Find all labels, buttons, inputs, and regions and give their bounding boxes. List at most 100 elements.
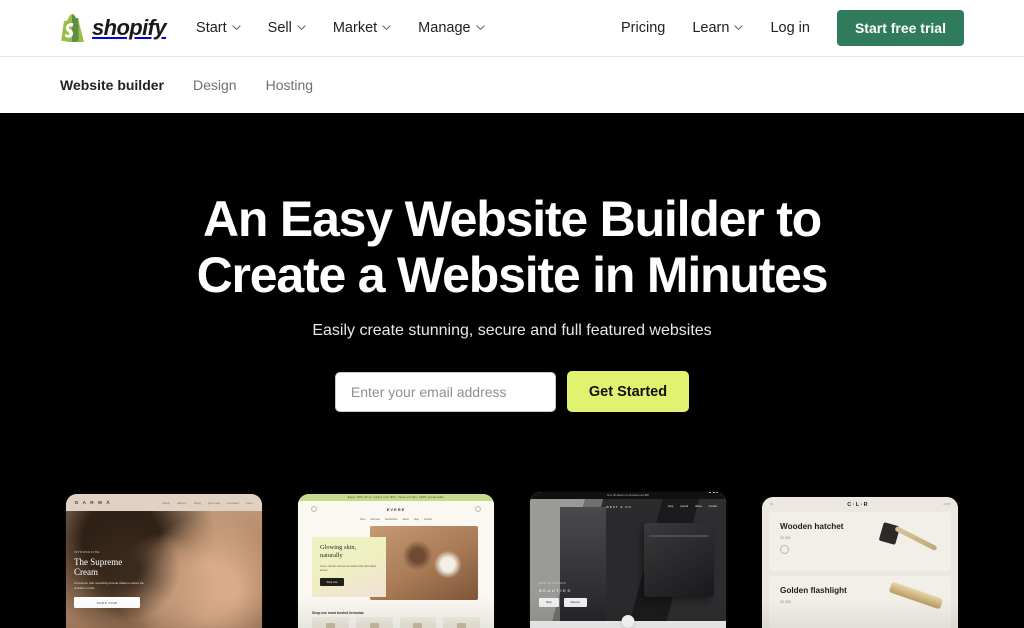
product-photo-hatchet (877, 522, 943, 564)
nav-item-sell-label: Sell (267, 20, 292, 36)
search-icon (311, 506, 317, 512)
photo-bag (644, 523, 714, 597)
template-hero-text: NEW IN SEASON BEAUTIES Shop Discover (539, 582, 587, 607)
hero-title: An Easy Website Builder to Create a Webs… (196, 191, 829, 303)
product-thumb (399, 617, 437, 628)
shopify-wordmark: shopify (92, 15, 167, 40)
subnav-item-hosting[interactable]: Hosting (266, 77, 313, 93)
template-menu-item: journal (208, 500, 220, 505)
template-preview-gallery: D A R M Ā shop about blog journal contac… (0, 492, 1024, 628)
template-menu: shop about blog journal contact cart (162, 501, 253, 505)
hero-subtitle: Easily create stunning, secure and full … (312, 322, 712, 339)
template-hero-photo: INTRODUCING The Supreme Cream A luxuriou… (66, 511, 262, 628)
product-tile: Golden flashlight US $38 (769, 576, 951, 628)
primary-nav-links: Start Sell Market Manage (196, 20, 485, 36)
nav-item-pricing[interactable]: Pricing (621, 20, 665, 36)
product-thumb (443, 617, 480, 628)
carousel-dots (709, 492, 718, 493)
template-menu-item: shop (162, 500, 171, 505)
template-body: EVERE shop skincare bestsellers about bl… (298, 501, 494, 628)
nav-item-market-label: Market (332, 20, 378, 36)
template-corner-right: A R B (943, 503, 950, 506)
template-menu-item: skincare (370, 518, 381, 521)
template-menu-item: shop (667, 505, 674, 508)
template-menu-item: journal (680, 505, 689, 508)
add-to-cart-icon (780, 544, 789, 554)
template-menu: shop journal about contact (668, 505, 717, 508)
template-menu-item: blog (193, 500, 202, 505)
nav-item-sell[interactable]: Sell (268, 20, 306, 36)
shopify-bag-icon (60, 14, 85, 42)
nav-item-manage-label: Manage (418, 20, 471, 36)
nav-item-market[interactable]: Market (333, 20, 391, 36)
nav-item-learn[interactable]: Learn (692, 20, 744, 36)
template-promo-bar: Enjoy 15% off on orders over $50 • New a… (298, 494, 494, 501)
template-card-header: 00 C·L·R A R B (762, 497, 958, 512)
template-menu-item: cart (246, 500, 253, 505)
template-footer: Latest Stories (530, 615, 726, 628)
template-menu: shop skincare bestsellers about blog con… (298, 518, 494, 521)
nav-item-log-in[interactable]: Log in (770, 20, 810, 36)
template-hero-text: INTRODUCING The Supreme Cream A luxuriou… (74, 551, 144, 609)
top-navigation-bar: shopify Start Sell Market Manage Pricing… (0, 0, 1024, 57)
template-hero-photo (370, 526, 478, 600)
get-started-button[interactable]: Get Started (566, 371, 690, 412)
chevron-down-icon (232, 23, 241, 32)
product-photo-flashlight (883, 581, 945, 612)
secondary-nav-links: Pricing Learn Log in Start free trial (621, 10, 964, 46)
template-menu-item: contact (708, 505, 717, 508)
sub-navigation-bar: Website builder Design Hosting (0, 57, 1024, 113)
product-thumb (355, 617, 393, 628)
template-card[interactable]: D A R M Ā shop about blog journal contac… (66, 494, 262, 628)
hero-section: An Easy Website Builder to Create a Webs… (0, 113, 1024, 628)
template-promo-bar: Free UK delivery on all orders over $50 (530, 492, 726, 499)
template-cta-button: Shop now (320, 578, 344, 587)
template-menu-item: about (695, 505, 702, 508)
cart-icon (475, 506, 481, 512)
template-heading: The Supreme Cream (74, 557, 123, 577)
template-hero-stage: Glowing skin, naturally Clean, effective… (298, 526, 494, 604)
template-brand-name: D A R M Ā (75, 500, 112, 505)
template-card[interactable]: Free UK delivery on all orders over $50 … (530, 492, 726, 628)
nav-item-start-label: Start (196, 20, 227, 36)
template-menu-item: about (402, 518, 409, 521)
template-heading: BEAUTIES (539, 588, 572, 593)
chevron-down-icon (734, 23, 744, 32)
template-card-header: D A R M Ā shop about blog journal contac… (66, 494, 262, 511)
nav-item-learn-label: Learn (692, 20, 730, 36)
template-blurb: Clean, effective skincare formulated wit… (320, 565, 376, 572)
template-card[interactable]: 00 C·L·R A R B Wooden hatchet US $50 Gol… (762, 497, 958, 628)
nav-item-manage[interactable]: Manage (418, 20, 485, 36)
template-hero-photo: WEST & CO shop journal about contact NEW… (530, 492, 726, 621)
template-heading: Glowing skin, naturally (320, 544, 357, 559)
scroll-indicator-icon (621, 615, 635, 628)
chevron-down-icon (475, 23, 485, 32)
email-signup-form: Get Started (334, 371, 690, 412)
template-menu-item: bestsellers (385, 518, 398, 521)
template-cta-button: SHOP NOW (74, 597, 140, 609)
template-menu-item: contact (423, 518, 433, 521)
start-free-trial-button[interactable]: Start free trial (836, 10, 964, 46)
template-menu-item: contact (226, 500, 240, 505)
subnav-item-design[interactable]: Design (193, 77, 237, 93)
template-hero-panel: Glowing skin, naturally Clean, effective… (312, 537, 386, 597)
template-menu-item: about (177, 500, 187, 505)
template-brand-name: WEST & CO (606, 505, 632, 509)
chevron-down-icon (382, 23, 391, 32)
nav-item-pricing-label: Pricing (621, 20, 666, 36)
subnav-item-website-builder[interactable]: Website builder (60, 77, 164, 93)
template-blurb: A luxurious, skin nourishing formula. Ma… (74, 581, 144, 590)
template-section-title: Shop our most trusted formulas (312, 611, 364, 615)
template-card[interactable]: Enjoy 15% off on orders over $50 • New a… (298, 494, 494, 628)
template-eyebrow: INTRODUCING (74, 551, 100, 554)
template-brand-name: EVERE (386, 506, 406, 512)
template-menu-item: blog (413, 518, 419, 521)
shopify-logo[interactable]: shopify (60, 14, 167, 42)
nav-item-log-in-label: Log in (770, 20, 810, 36)
template-card-header: EVERE (298, 501, 494, 517)
template-product-row (312, 617, 480, 628)
product-thumb (312, 617, 349, 628)
template-cta-button: Shop (539, 598, 559, 607)
nav-item-start[interactable]: Start (196, 20, 241, 36)
email-input[interactable] (334, 371, 556, 412)
